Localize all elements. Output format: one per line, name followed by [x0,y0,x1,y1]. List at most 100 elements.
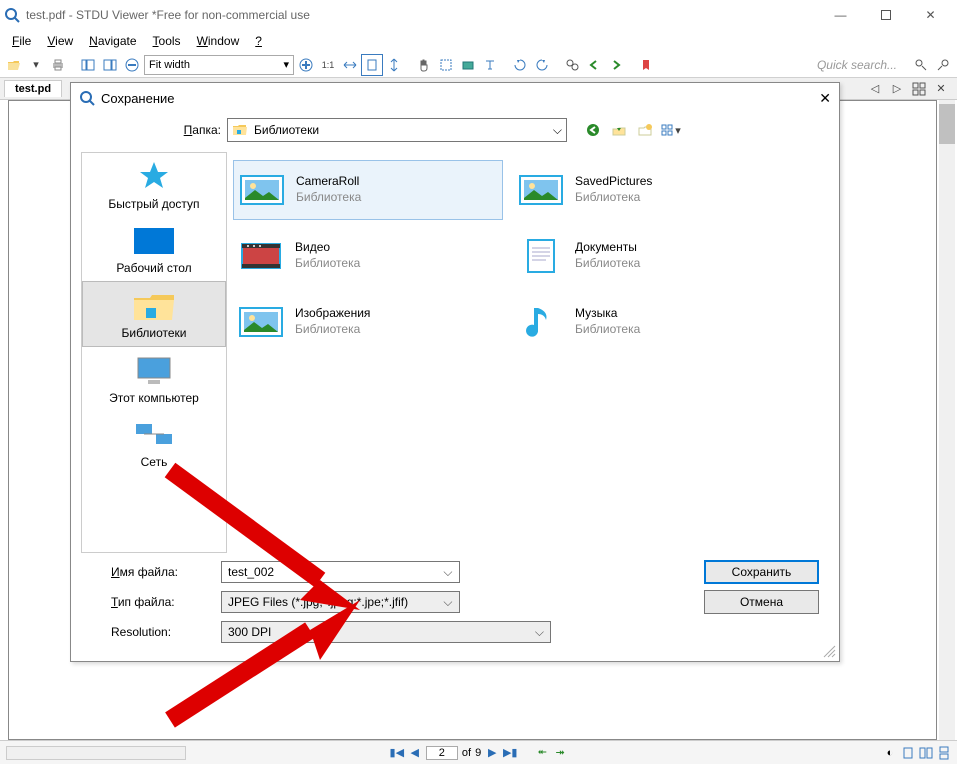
libraries-icon [130,288,178,324]
video-icon [237,234,285,278]
prev-page-icon[interactable]: ◀ [408,746,422,760]
last-page-icon[interactable]: ▶▮ [503,746,517,760]
text-select-icon[interactable] [480,55,500,75]
page-current[interactable]: 2 [439,747,445,759]
next-page-icon[interactable]: ▶ [485,746,499,760]
brightness-icon[interactable]: ◐ [883,746,897,760]
picture-icon [517,168,565,212]
picture-icon [238,168,286,212]
resize-grip-icon[interactable] [822,644,836,658]
print-icon[interactable] [48,55,68,75]
snapshot-icon[interactable] [458,55,478,75]
place-desktop[interactable]: Рабочий стол [82,217,226,281]
bookmark-icon[interactable] [636,55,656,75]
resolution-label: Resolution: [91,625,211,639]
view-menu-icon[interactable]: ▾ [661,120,681,140]
sidebar-toggle2-icon[interactable] [100,55,120,75]
quick-search-input[interactable]: Quick search... [817,58,897,72]
tab-grid-icon[interactable] [909,79,929,99]
select-tool-icon[interactable] [436,55,456,75]
place-quick[interactable]: Быстрый доступ [82,153,226,217]
resolution-select[interactable]: 300 DPI⌵ [221,621,551,643]
fit-page-icon[interactable] [362,55,382,75]
vertical-scrollbar[interactable] [939,100,955,740]
horizontal-scrollbar[interactable] [6,746,186,760]
lib-savedpictures[interactable]: SavedPicturesБиблиотека [513,160,783,220]
lib-video[interactable]: ВидеоБиблиотека [233,226,503,286]
maximize-button[interactable] [863,0,908,30]
menu-window[interactable]: Window [189,32,248,50]
save-dialog: Сохранение ✕ Папка: Библиотеки ⌵ ▾ Быстр… [70,82,840,662]
lib-cameraroll[interactable]: CameraRollБиблиотека [233,160,503,220]
sidebar-toggle-icon[interactable] [78,55,98,75]
continuous-icon[interactable] [937,746,951,760]
search-prev-icon[interactable] [911,55,931,75]
star-icon [130,159,178,195]
forward-icon[interactable] [606,55,626,75]
minimize-button[interactable]: — [818,0,863,30]
place-network[interactable]: Сеть [82,411,226,475]
tab-next-icon[interactable]: ▷ [887,79,907,99]
dialog-titlebar: Сохранение ✕ [71,83,839,113]
tab-doc1[interactable]: test.pd [4,80,62,97]
zoom-out-icon[interactable] [122,55,142,75]
picture-icon [237,300,285,344]
chevron-down-icon: ⌵ [535,625,544,640]
zoom-select[interactable]: Fit width▾ [144,55,294,75]
music-icon [517,300,565,344]
pc-icon [130,353,178,389]
open-icon[interactable] [4,55,24,75]
single-page-icon[interactable] [901,746,915,760]
menu-file[interactable]: File [4,32,39,50]
find-icon[interactable] [562,55,582,75]
place-thispc[interactable]: Этот компьютер [82,347,226,411]
nav-back-icon[interactable]: ⯬ [535,746,549,760]
filetype-label: Тип файла: [91,595,211,609]
tab-close-icon[interactable]: ✕ [931,79,951,99]
go-back-icon[interactable] [583,120,603,140]
dialog-close-icon[interactable]: ✕ [819,90,831,107]
filetype-select[interactable]: JPEG Files (*.jpg;*.jpeg;*.jpe;*.jfif)⌵ [221,591,460,613]
lib-images[interactable]: ИзображенияБиблиотека [233,292,503,352]
rotate-right-icon[interactable] [532,55,552,75]
places-bar: Быстрый доступ Рабочий стол Библиотеки Э… [81,152,227,553]
up-folder-icon[interactable] [609,120,629,140]
folder-icon [232,122,248,138]
fit-width-icon[interactable] [340,55,360,75]
tab-prev-icon[interactable]: ◁ [865,79,885,99]
menu-help[interactable]: ? [247,32,270,50]
cancel-button[interactable]: Отмена [704,590,819,614]
doc-icon [517,234,565,278]
network-icon [130,417,178,453]
lib-music[interactable]: МузыкаБиблиотека [513,292,783,352]
zoom-in-icon[interactable] [296,55,316,75]
dropdown-icon[interactable]: ▾ [26,55,46,75]
dialog-icon [79,90,95,106]
two-page-icon[interactable] [919,746,933,760]
desktop-icon [130,223,178,259]
dialog-title: Сохранение [101,91,175,106]
close-button[interactable]: ✕ [908,0,953,30]
file-list[interactable]: CameraRollБиблиотека SavedPicturesБиблио… [227,152,829,553]
folder-select[interactable]: Библиотеки ⌵ [227,118,567,142]
fit-height-icon[interactable] [384,55,404,75]
dialog-form: Имя файла: test_002⌵ Сохранить Тип файла… [71,553,839,661]
statusbar: ▮◀ ◀ 2 of 9 ▶ ▶▮ ⯬ ⯮ ◐ [0,740,957,764]
menu-navigate[interactable]: Navigate [81,32,144,50]
hand-tool-icon[interactable] [414,55,434,75]
new-folder-icon[interactable] [635,120,655,140]
first-page-icon[interactable]: ▮◀ [390,746,404,760]
chevron-down-icon: ⌵ [443,595,452,610]
nav-fwd-icon[interactable]: ⯮ [553,746,567,760]
window-title: test.pdf - STDU Viewer *Free for non-com… [26,8,818,22]
search-next-icon[interactable] [933,55,953,75]
rotate-left-icon[interactable] [510,55,530,75]
place-libraries[interactable]: Библиотеки [82,281,226,347]
filename-input[interactable]: test_002⌵ [221,561,460,583]
fit-actual-icon[interactable]: 1:1 [318,55,338,75]
save-button[interactable]: Сохранить [704,560,819,584]
back-icon[interactable] [584,55,604,75]
menu-tools[interactable]: Tools [145,32,189,50]
menu-view[interactable]: View [39,32,81,50]
lib-documents[interactable]: ДокументыБиблиотека [513,226,783,286]
